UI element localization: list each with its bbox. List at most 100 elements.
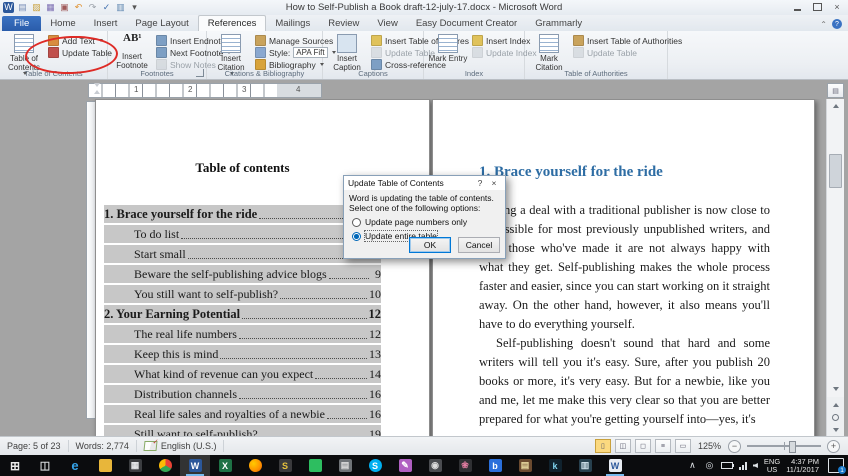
indent-marker[interactable] xyxy=(94,83,101,94)
insert-table-of-authorities-button[interactable]: Insert Table of Authorities xyxy=(573,35,682,46)
cancel-button[interactable]: Cancel xyxy=(458,237,500,253)
toc-entry[interactable]: 1. Brace yourself for the ride xyxy=(104,203,381,223)
zoom-slider-thumb[interactable] xyxy=(789,441,796,453)
qat-more-icon[interactable]: ▾ xyxy=(129,2,140,13)
file-explorer-icon[interactable] xyxy=(90,455,120,476)
radio-unselected-icon[interactable] xyxy=(352,218,361,227)
volume-icon[interactable] xyxy=(753,463,758,468)
print-layout-view-button[interactable]: ▯ xyxy=(595,439,611,453)
tab-grammarly[interactable]: Grammarly xyxy=(526,16,591,31)
toc-entry[interactable]: Real life sales and royalties of a newbi… xyxy=(104,403,381,423)
tab-page-layout[interactable]: Page Layout xyxy=(126,16,197,31)
toc-entry[interactable]: Distribution channels16 xyxy=(104,383,381,403)
proofing-status[interactable]: English (U.S.) xyxy=(137,440,225,452)
zoom-in-button[interactable]: + xyxy=(827,440,840,453)
edge-icon[interactable]: e xyxy=(60,455,90,476)
select-browse-object-button[interactable] xyxy=(829,412,842,423)
tab-mailings[interactable]: Mailings xyxy=(266,16,319,31)
quick-print-icon[interactable]: ▣ xyxy=(59,2,70,13)
restore-button[interactable] xyxy=(808,1,826,13)
page-right[interactable]: 1. Brace yourself for the ride Getting a… xyxy=(432,99,815,437)
dialog-help-button[interactable]: ? xyxy=(473,178,487,188)
ebook-viewer-icon[interactable]: ▥ xyxy=(570,455,600,476)
network-icon[interactable] xyxy=(739,462,747,470)
calibre-icon[interactable]: ▤ xyxy=(510,455,540,476)
open-folder-icon[interactable]: ▨ xyxy=(31,2,42,13)
minimize-button[interactable] xyxy=(788,1,806,13)
radio-selected-icon[interactable] xyxy=(352,232,361,241)
close-button[interactable]: × xyxy=(828,1,846,13)
add-text-button[interactable]: Add Text xyxy=(48,35,112,46)
word-logo-icon[interactable]: W xyxy=(3,2,14,13)
firefox-icon[interactable] xyxy=(240,455,270,476)
word-icon[interactable]: W xyxy=(180,455,210,476)
camera-icon[interactable]: ◉ xyxy=(420,455,450,476)
tab-references[interactable]: References xyxy=(198,15,267,31)
zoom-out-button[interactable]: − xyxy=(728,440,741,453)
minimize-ribbon-icon[interactable]: ⌃ xyxy=(820,20,827,29)
insert-footnote-button[interactable]: AB¹ Insert Footnote xyxy=(111,33,153,70)
print-preview-icon[interactable]: ▥ xyxy=(115,2,126,13)
skype-icon[interactable]: S xyxy=(360,455,390,476)
task-view-button[interactable]: ◫ xyxy=(30,455,60,476)
kindle-icon[interactable]: k xyxy=(540,455,570,476)
redo-icon[interactable]: ↷ xyxy=(87,2,98,13)
footnotes-dialog-launcher-icon[interactable] xyxy=(196,69,204,77)
clock[interactable]: 4:37 PM11/1/2017 xyxy=(786,458,819,474)
language-indicator[interactable]: ENGUS xyxy=(764,458,780,474)
tray-chevron-up-icon[interactable]: ∧ xyxy=(687,460,698,471)
tab-file[interactable]: File xyxy=(2,16,41,31)
draft-view-button[interactable]: ▭ xyxy=(675,439,691,453)
tab-easy-document-creator[interactable]: Easy Document Creator xyxy=(407,16,526,31)
mark-entry-button[interactable]: Mark Entry xyxy=(427,33,469,64)
mark-citation-button[interactable]: Mark Citation xyxy=(528,33,570,72)
start-button[interactable]: ⊞ xyxy=(0,455,30,476)
toc-entry[interactable]: 2. Your Earning Potential12 xyxy=(104,303,381,323)
tab-view[interactable]: View xyxy=(368,16,406,31)
update-table-button[interactable]: Update Table xyxy=(48,47,112,58)
scroll-down-button[interactable] xyxy=(827,382,844,395)
ok-button[interactable]: OK xyxy=(409,237,451,253)
bitly-icon[interactable]: b xyxy=(480,455,510,476)
help-icon[interactable]: ? xyxy=(832,19,842,29)
toc-entry[interactable]: The real life numbers12 xyxy=(104,323,381,343)
tab-home[interactable]: Home xyxy=(41,16,84,31)
spelling-icon[interactable]: ✓ xyxy=(101,2,112,13)
horizontal-ruler[interactable]: 1 2 3 4 xyxy=(88,83,322,98)
tab-review[interactable]: Review xyxy=(319,16,368,31)
word-document-icon[interactable]: W xyxy=(600,455,630,476)
scroll-up-button[interactable] xyxy=(827,99,844,112)
next-page-button[interactable] xyxy=(829,424,842,435)
evernote-icon[interactable] xyxy=(300,455,330,476)
toc-list[interactable]: 1. Brace yourself for the rideTo do list… xyxy=(104,203,381,437)
paint-icon[interactable]: ✎ xyxy=(390,455,420,476)
vertical-scrollbar[interactable] xyxy=(826,99,844,437)
word-count[interactable]: Words: 2,774 xyxy=(69,440,137,452)
toc-entry[interactable]: Beware the self-publishing advice blogs9 xyxy=(104,263,381,283)
undo-icon[interactable]: ↶ xyxy=(73,2,84,13)
toc-entry[interactable]: Start small xyxy=(104,243,381,263)
previous-page-button[interactable] xyxy=(829,399,842,410)
radio-update-page-numbers[interactable]: Update page numbers only xyxy=(352,217,505,227)
tray-cortana-icon[interactable]: ◎ xyxy=(704,460,715,471)
photos-icon[interactable]: ❀ xyxy=(450,455,480,476)
toc-entry[interactable]: Keep this is mind13 xyxy=(104,343,381,363)
toc-entry[interactable]: What kind of revenue can you expect14 xyxy=(104,363,381,383)
calculator-icon[interactable]: ▦ xyxy=(120,455,150,476)
excel-icon[interactable]: X xyxy=(210,455,240,476)
chapter-body[interactable]: Getting a deal with a traditional publis… xyxy=(479,201,770,429)
battery-icon[interactable] xyxy=(721,462,733,469)
toc-entry[interactable]: Still want to self-publish?19 xyxy=(104,423,381,437)
action-center-icon[interactable]: 1 xyxy=(828,458,844,473)
dialog-close-button[interactable]: × xyxy=(487,178,501,188)
insert-caption-button[interactable]: Insert Caption xyxy=(326,33,368,72)
page-count[interactable]: Page: 5 of 23 xyxy=(0,440,69,452)
toc-entry[interactable]: You still want to self-publish?10 xyxy=(104,283,381,303)
scrivener-icon[interactable]: S xyxy=(270,455,300,476)
fullscreen-reading-view-button[interactable]: ◫ xyxy=(615,439,631,453)
new-document-icon[interactable]: ▤ xyxy=(17,2,28,13)
scrollbar-thumb[interactable] xyxy=(829,154,842,188)
tab-insert[interactable]: Insert xyxy=(85,16,127,31)
web-layout-view-button[interactable]: ◻ xyxy=(635,439,651,453)
chrome-icon[interactable] xyxy=(150,455,180,476)
